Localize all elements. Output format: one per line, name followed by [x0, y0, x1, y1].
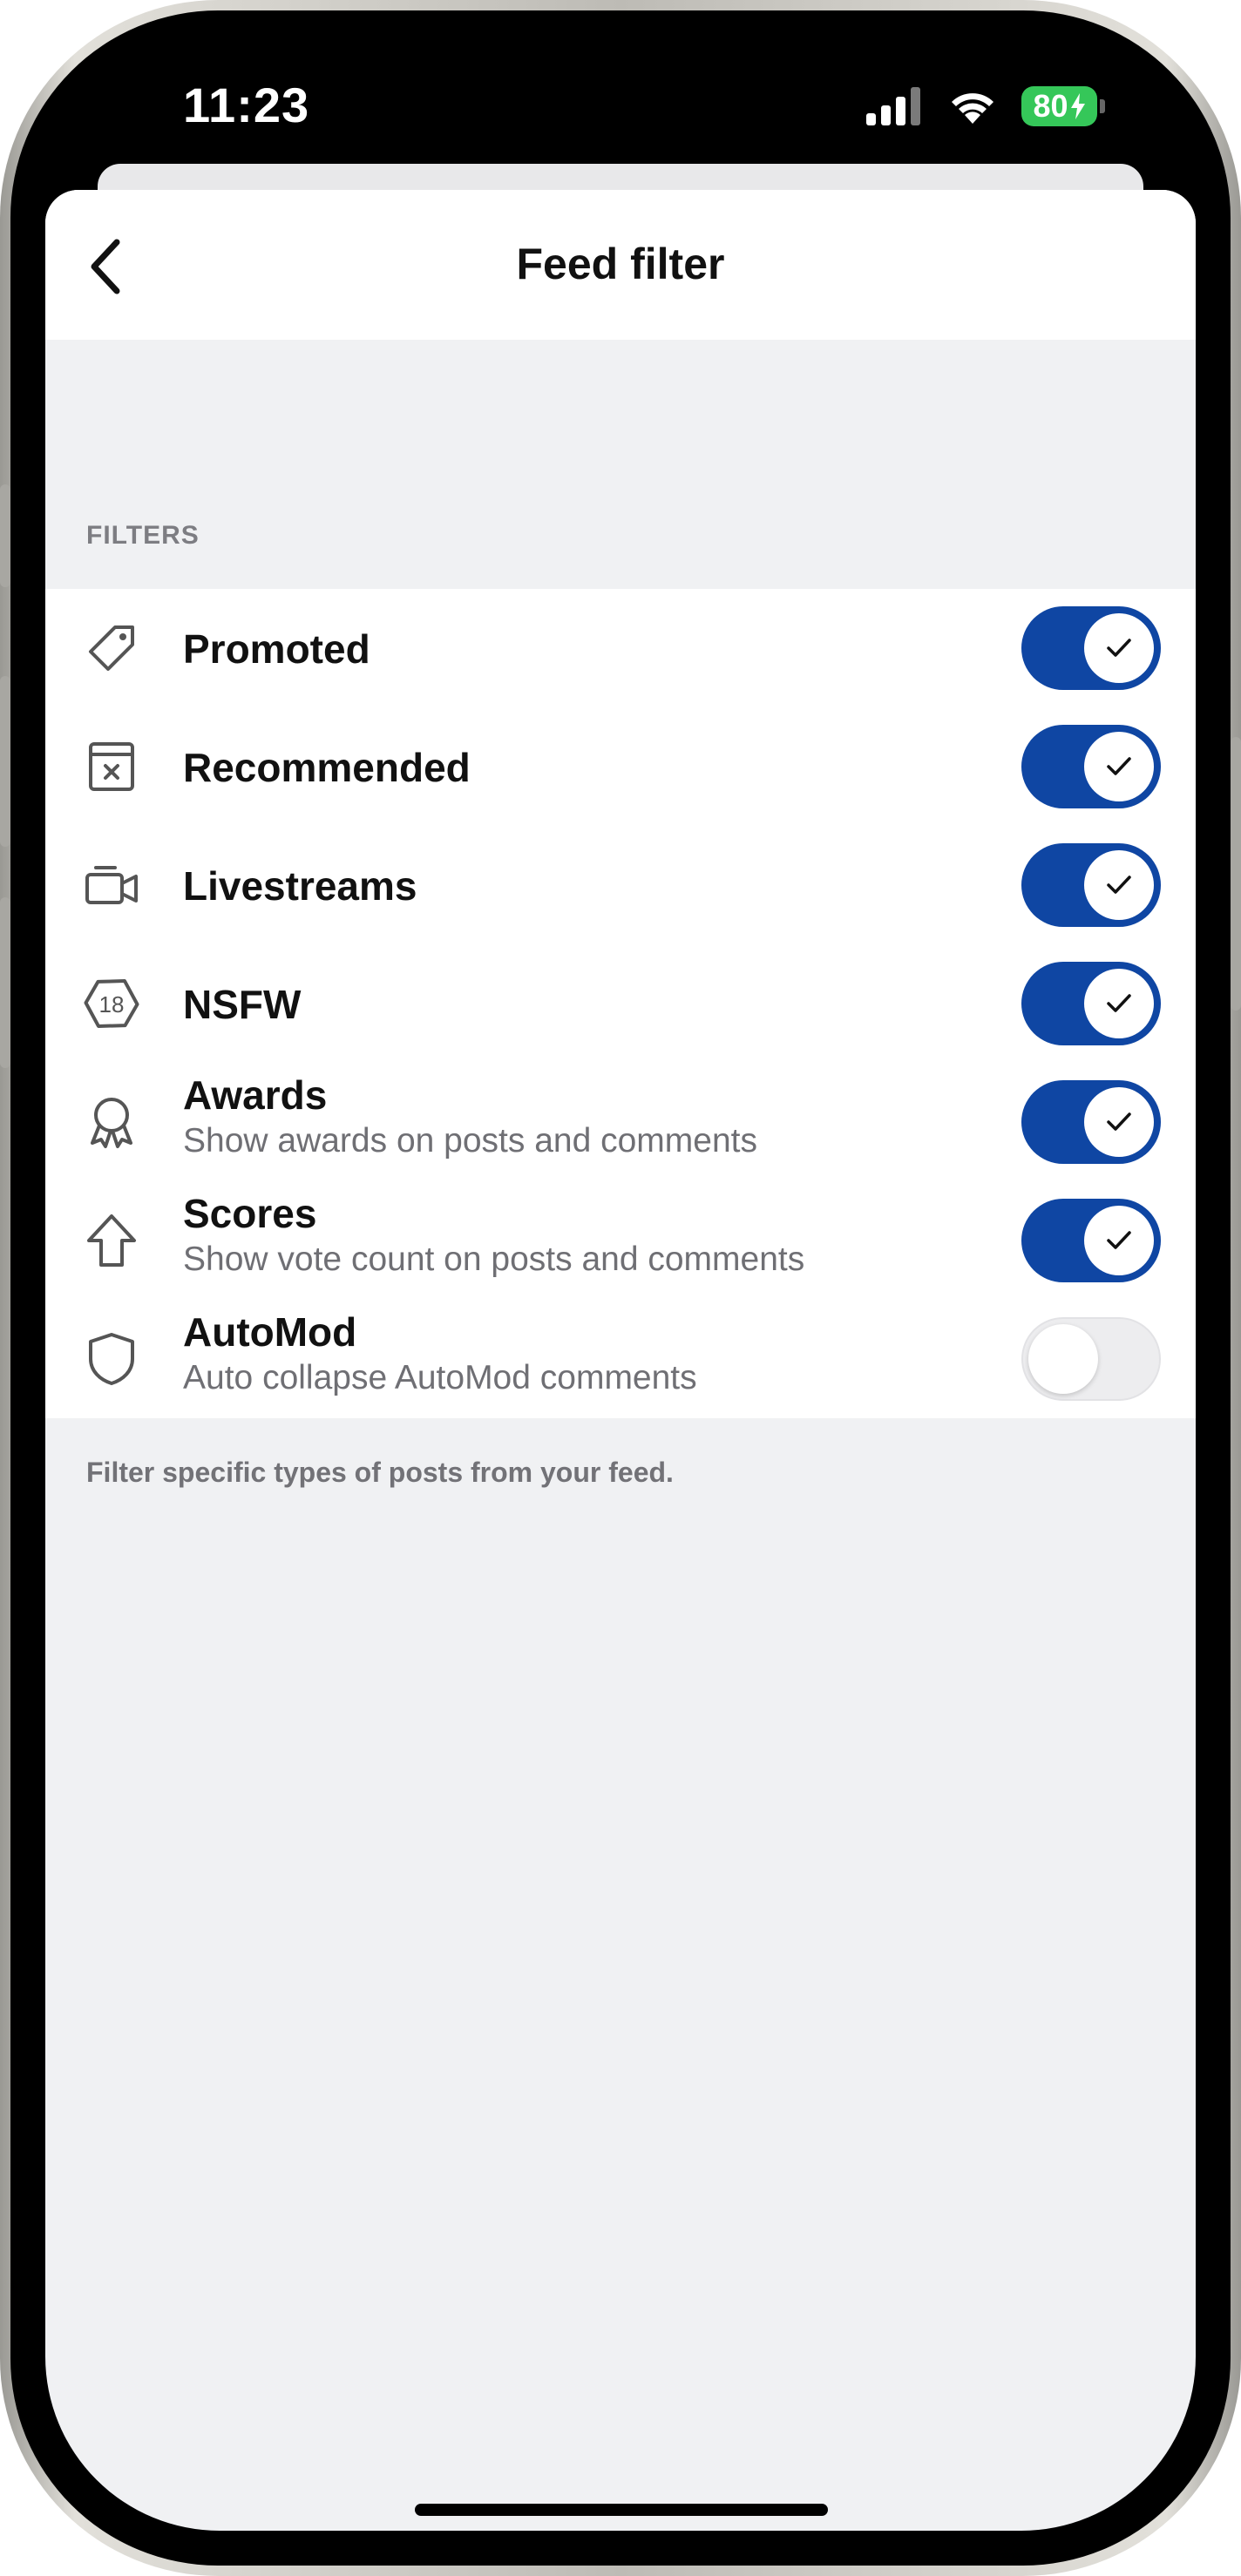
nsfw-18-icon: 18	[84, 976, 139, 1031]
toggle-knob	[1084, 1087, 1154, 1157]
filter-label: Recommended	[183, 745, 471, 790]
feed-filter-sheet: Feed filter FILTERS Promoted Recommended…	[45, 190, 1196, 2531]
awards-toggle[interactable]	[1021, 1080, 1161, 1164]
home-indicator[interactable]	[415, 2504, 828, 2516]
filter-row-automod[interactable]: AutoMod Auto collapse AutoMod comments	[45, 1300, 1196, 1418]
scores-toggle[interactable]	[1021, 1199, 1161, 1282]
shield-icon	[84, 1331, 139, 1387]
section-header: FILTERS	[86, 521, 200, 550]
filter-sublabel: Show vote count on posts and comments	[183, 1241, 805, 1278]
filter-label: NSFW	[183, 982, 302, 1027]
checkmark-icon	[1107, 994, 1131, 1012]
checkmark-icon	[1107, 757, 1131, 775]
filter-row-awards[interactable]: Awards Show awards on posts and comments	[45, 1063, 1196, 1181]
filters-list: Promoted Recommended Livestreams 18 NSFW…	[45, 589, 1196, 1418]
toggle-knob	[1084, 613, 1154, 683]
filter-row-nsfw[interactable]: 18 NSFW	[45, 944, 1196, 1063]
volume-up-button	[0, 676, 10, 847]
nsfw-toggle[interactable]	[1021, 962, 1161, 1045]
checkmark-icon	[1107, 876, 1131, 894]
upvote-arrow-icon	[84, 1213, 139, 1268]
checkmark-icon	[1107, 1231, 1131, 1249]
filter-label: Promoted	[183, 626, 370, 672]
status-icons: 80	[866, 82, 1105, 131]
svg-text:18: 18	[99, 991, 125, 1018]
toggle-knob	[1084, 969, 1154, 1038]
charging-bolt-icon	[1070, 93, 1085, 119]
automod-toggle[interactable]	[1021, 1317, 1161, 1401]
wifi-icon	[952, 93, 993, 124]
navigation-bar: Feed filter	[45, 190, 1196, 340]
cellular-signal-icon	[866, 87, 920, 125]
recommended-x-icon	[84, 739, 139, 794]
page-title: Feed filter	[516, 240, 725, 288]
volume-down-button	[0, 897, 10, 1068]
filter-row-livestreams[interactable]: Livestreams	[45, 826, 1196, 944]
livestreams-toggle[interactable]	[1021, 843, 1161, 927]
filter-label: AutoMod	[183, 1309, 357, 1355]
toggle-knob	[1084, 850, 1154, 920]
toggle-knob	[1084, 732, 1154, 801]
filter-sublabel: Auto collapse AutoMod comments	[183, 1359, 697, 1396]
filter-row-promoted[interactable]: Promoted	[45, 589, 1196, 707]
promoted-toggle[interactable]	[1021, 606, 1161, 690]
battery-level: 80	[1021, 86, 1098, 126]
filter-label: Awards	[183, 1072, 328, 1118]
tag-icon	[84, 620, 139, 676]
filter-label: Scores	[183, 1191, 317, 1236]
screen: 11:23 80 Feed filter FILTERS Promoted Re…	[45, 45, 1196, 2531]
power-button	[1231, 737, 1241, 1011]
toggle-knob	[1028, 1324, 1098, 1394]
status-time: 11:23	[183, 78, 310, 132]
battery-percent: 80	[1033, 88, 1068, 124]
checkmark-icon	[1107, 639, 1131, 657]
award-icon	[84, 1094, 139, 1150]
filter-row-recommended[interactable]: Recommended	[45, 707, 1196, 826]
section-footer-note: Filter specific types of posts from your…	[86, 1457, 674, 1488]
battery-cap	[1100, 99, 1105, 113]
filter-sublabel: Show awards on posts and comments	[183, 1122, 758, 1160]
recommended-toggle[interactable]	[1021, 725, 1161, 808]
action-button	[0, 484, 10, 587]
battery-icon: 80	[1021, 85, 1105, 127]
status-bar: 11:23 80	[45, 45, 1196, 167]
filter-label: Livestreams	[183, 863, 417, 909]
toggle-knob	[1084, 1206, 1154, 1275]
filter-row-scores[interactable]: Scores Show vote count on posts and comm…	[45, 1181, 1196, 1300]
video-camera-icon	[84, 857, 139, 913]
checkmark-icon	[1107, 1112, 1131, 1131]
